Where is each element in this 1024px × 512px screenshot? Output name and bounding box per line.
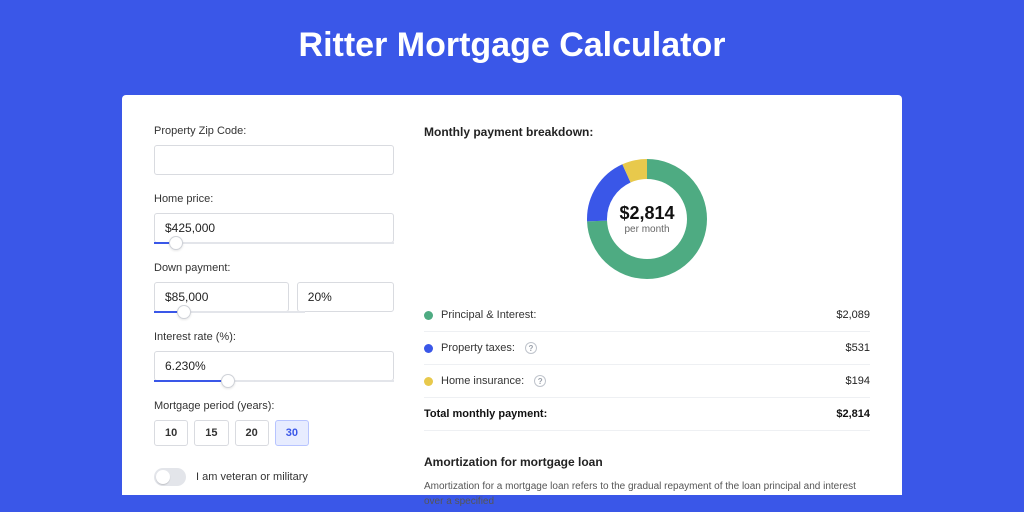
amortization-title: Amortization for mortgage loan: [424, 455, 870, 469]
period-button-30[interactable]: 30: [275, 420, 309, 446]
period-button-15[interactable]: 15: [194, 420, 228, 446]
slider-thumb[interactable]: [221, 374, 235, 388]
legend-amount: $194: [846, 375, 870, 387]
home-price-slider[interactable]: [154, 242, 394, 244]
legend-amount: $531: [846, 342, 870, 354]
legend-label: Home insurance:: [441, 375, 524, 387]
legend-label: Principal & Interest:: [441, 309, 536, 321]
period-button-20[interactable]: 20: [235, 420, 269, 446]
mortgage-period-buttons: 1015 2030: [154, 420, 394, 446]
zip-field-group: Property Zip Code:: [154, 125, 394, 175]
legend-dot-icon: [424, 311, 433, 320]
legend-amount: $2,089: [836, 309, 870, 321]
total-row: Total monthly payment: $2,814: [424, 398, 870, 431]
legend-dot-icon: [424, 344, 433, 353]
legend-row: Home insurance:? $194: [424, 365, 870, 398]
down-payment-label: Down payment:: [154, 262, 394, 274]
donut-sublabel: per month: [624, 224, 669, 235]
donut-value: $2,814: [619, 203, 674, 224]
mortgage-period-field-group: Mortgage period (years): 1015 2030: [154, 400, 394, 446]
donut-chart-wrap: $2,814 per month: [424, 143, 870, 299]
down-payment-slider[interactable]: [154, 311, 305, 313]
breakdown-column: Monthly payment breakdown: $2,814 per mo…: [424, 125, 870, 495]
calculator-card: Property Zip Code: Home price: Down paym…: [122, 95, 902, 495]
mortgage-period-label: Mortgage period (years):: [154, 400, 394, 412]
interest-rate-input[interactable]: [154, 351, 394, 381]
legend-row: Principal & Interest: $2,089: [424, 299, 870, 332]
down-payment-input[interactable]: [154, 282, 289, 312]
page-title: Ritter Mortgage Calculator: [0, 0, 1024, 95]
donut-chart: $2,814 per month: [583, 155, 711, 283]
form-column: Property Zip Code: Home price: Down paym…: [154, 125, 394, 495]
zip-input[interactable]: [154, 145, 394, 175]
down-payment-pct-input[interactable]: [297, 282, 394, 312]
home-price-label: Home price:: [154, 193, 394, 205]
total-amount: $2,814: [836, 408, 870, 420]
veteran-toggle[interactable]: [154, 468, 186, 486]
toggle-knob: [156, 470, 170, 484]
zip-label: Property Zip Code:: [154, 125, 394, 137]
down-payment-field-group: Down payment:: [154, 262, 394, 313]
home-price-field-group: Home price:: [154, 193, 394, 244]
slider-thumb[interactable]: [177, 305, 191, 319]
amortization-body: Amortization for a mortgage loan refers …: [424, 479, 870, 509]
interest-rate-field-group: Interest rate (%):: [154, 331, 394, 382]
legend-label: Property taxes:: [441, 342, 515, 354]
legend-row: Property taxes:? $531: [424, 332, 870, 365]
interest-rate-label: Interest rate (%):: [154, 331, 394, 343]
interest-rate-slider[interactable]: [154, 380, 394, 382]
veteran-toggle-row: I am veteran or military: [154, 468, 394, 486]
breakdown-title: Monthly payment breakdown:: [424, 125, 870, 139]
breakdown-legend: Principal & Interest: $2,089 Property taxe…: [424, 299, 870, 398]
home-price-input[interactable]: [154, 213, 394, 243]
slider-thumb[interactable]: [169, 236, 183, 250]
legend-dot-icon: [424, 377, 433, 386]
total-label: Total monthly payment:: [424, 408, 547, 420]
donut-center: $2,814 per month: [583, 155, 711, 283]
info-icon[interactable]: ?: [534, 375, 546, 387]
veteran-toggle-label: I am veteran or military: [196, 471, 308, 483]
period-button-10[interactable]: 10: [154, 420, 188, 446]
info-icon[interactable]: ?: [525, 342, 537, 354]
